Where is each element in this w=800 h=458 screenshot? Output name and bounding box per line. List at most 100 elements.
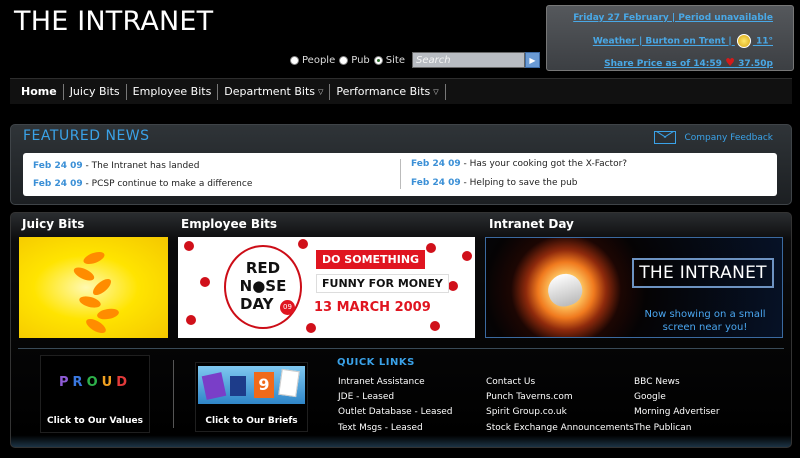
nav-item-performance-bits[interactable]: Performance Bits ▽ xyxy=(330,83,446,100)
nav-label: Employee Bits xyxy=(132,85,212,98)
news-date: Feb 24 09 xyxy=(411,159,461,169)
proud-letter: U xyxy=(101,375,117,390)
site-logo[interactable]: THE INTRANET xyxy=(14,6,213,37)
main-nav: Home Juicy Bits Employee Bits Department… xyxy=(10,78,792,104)
nav-item-employee-bits[interactable]: Employee Bits xyxy=(127,83,219,100)
orange-slice xyxy=(78,294,102,310)
quick-link-intranet-assistance[interactable]: Intranet Assistance xyxy=(338,377,425,387)
news-text: - PCSP continue to make a difference xyxy=(85,179,253,189)
quick-link-jde[interactable]: JDE - Leased xyxy=(338,392,394,402)
radio-people-dot[interactable] xyxy=(290,55,299,65)
red-dot xyxy=(200,277,210,287)
orange-slice xyxy=(81,249,107,267)
nav-item-home[interactable]: Home xyxy=(15,83,64,100)
quick-link-the-publican[interactable]: The Publican xyxy=(634,423,691,433)
quick-link-spirit-group[interactable]: Spirit Group.co.uk xyxy=(486,407,567,417)
company-feedback-link[interactable]: Company Feedback xyxy=(654,131,773,144)
search-button[interactable]: ▶ xyxy=(524,52,540,68)
quick-link-punch-taverns[interactable]: Punch Taverns.com xyxy=(486,392,573,402)
section-divider xyxy=(18,348,784,349)
proud-logo: PROUD xyxy=(41,375,149,390)
quick-links-title: QUICK LINKS xyxy=(337,357,415,368)
radio-pub-label: Pub xyxy=(351,54,370,66)
search-input[interactable] xyxy=(411,52,525,68)
search-bar: People Pub Site ▶ xyxy=(290,52,540,68)
rnd-line1: RED xyxy=(245,259,281,277)
news-date: Feb 24 09 xyxy=(33,161,83,171)
rnd-year-badge: 09 xyxy=(280,300,295,315)
employee-bits-heading: Employee Bits xyxy=(181,217,278,231)
nav-item-department-bits[interactable]: Department Bits ▽ xyxy=(218,83,331,100)
news-item[interactable]: Feb 24 09 - Has your cooking got the X-F… xyxy=(411,159,627,169)
nav-label: Performance Bits xyxy=(336,85,431,98)
proud-letter: O xyxy=(86,375,102,390)
news-date: Feb 24 09 xyxy=(411,178,461,188)
info-box: Friday 27 February | Period unavailable … xyxy=(546,5,794,71)
red-dot xyxy=(426,243,436,253)
proud-letter: R xyxy=(72,375,87,390)
radio-site-label: Site xyxy=(385,54,405,66)
quick-link-text-msgs[interactable]: Text Msgs - Leased xyxy=(338,423,423,433)
share-price-value: 37.50p xyxy=(738,59,773,69)
radio-pub[interactable]: Pub xyxy=(339,55,370,66)
red-dot xyxy=(448,281,458,291)
intranet-day-title: THE INTRANET xyxy=(632,258,774,288)
quick-link-stock-exchange[interactable]: Stock Exchange Announcements xyxy=(486,423,634,433)
weather-link[interactable]: Weather | Burton on Trent | 11° xyxy=(593,34,773,48)
chevron-down-icon: ▽ xyxy=(433,87,439,96)
news-item[interactable]: Feb 24 09 - PCSP continue to make a diff… xyxy=(33,179,252,189)
radio-people-label: People xyxy=(302,54,336,66)
nav-label: Home xyxy=(21,85,57,98)
our-values-promo[interactable]: PROUD Click to Our Values xyxy=(40,355,150,433)
do-something-label: DO SOMETHING xyxy=(316,250,426,269)
red-nose-day-banner[interactable]: RED N●SE DAY 09 DO SOMETHING FUNNY FOR M… xyxy=(178,237,475,338)
radio-pub-dot[interactable] xyxy=(339,55,349,65)
sun-cloud-icon xyxy=(736,34,751,48)
date-period-link[interactable]: Friday 27 February | Period unavailable xyxy=(573,13,773,23)
juicy-bits-image[interactable] xyxy=(19,237,168,338)
red-nose-day-logo: RED N●SE DAY 09 xyxy=(224,245,302,329)
orange-slice xyxy=(90,276,114,298)
our-briefs-promo[interactable]: 9 Click to Our Briefs xyxy=(195,362,308,432)
radio-site-dot[interactable] xyxy=(373,55,383,65)
share-price-label: Share Price as of 14:59 xyxy=(604,59,722,69)
news-text: - Helping to save the pub xyxy=(463,178,578,188)
quick-link-morning-advertiser[interactable]: Morning Advertiser xyxy=(634,407,720,417)
quick-link-outlet-database[interactable]: Outlet Database - Leased xyxy=(338,407,453,417)
clapperboard-icon xyxy=(201,372,227,400)
nav-label: Juicy Bits xyxy=(69,85,120,98)
chevron-down-icon: ▽ xyxy=(318,87,324,96)
juicy-bits-heading: Juicy Bits xyxy=(22,217,85,231)
news-item[interactable]: Feb 24 09 - The Intranet has landed xyxy=(33,161,199,171)
red-dot xyxy=(184,241,194,251)
news-divider xyxy=(400,159,401,189)
orange-slice xyxy=(96,307,120,321)
radio-people[interactable]: People xyxy=(290,55,335,66)
red-dot xyxy=(462,251,472,261)
briefs-image: 9 xyxy=(198,366,305,404)
red-dot xyxy=(430,321,440,331)
radio-site[interactable]: Site xyxy=(373,54,405,66)
quick-link-google[interactable]: Google xyxy=(634,392,666,402)
promo-divider xyxy=(173,360,174,428)
news-list: Feb 24 09 - The Intranet has landed Feb … xyxy=(23,153,777,196)
quick-link-bbc-news[interactable]: BBC News xyxy=(634,377,680,387)
nav-label: Department Bits xyxy=(224,85,316,98)
orange-slice xyxy=(71,264,97,284)
quick-link-contact-us[interactable]: Contact Us xyxy=(486,377,535,387)
red-nose-day-date: 13 MARCH 2009 xyxy=(314,300,431,315)
paper-icon xyxy=(278,368,300,398)
share-price-link[interactable]: Share Price as of 14:59 ♥ 37.50p xyxy=(604,56,773,69)
news-text: - The Intranet has landed xyxy=(85,161,200,171)
rnd-line2: N●SE xyxy=(239,277,287,295)
news-item[interactable]: Feb 24 09 - Helping to save the pub xyxy=(411,178,578,188)
computer-mouse-icon xyxy=(543,269,587,311)
heart-icon: ♥ xyxy=(725,56,735,69)
featured-news-panel: FEATURED NEWS Company Feedback Feb 24 09… xyxy=(10,124,792,205)
envelope-icon xyxy=(654,131,677,144)
nav-item-juicy-bits[interactable]: Juicy Bits xyxy=(64,83,127,100)
intranet-day-banner[interactable]: THE INTRANET Now showing on a small scre… xyxy=(485,237,783,338)
news-text: - Has your cooking got the X-Factor? xyxy=(463,159,628,169)
book-icon xyxy=(230,376,246,396)
red-dot xyxy=(298,239,308,249)
